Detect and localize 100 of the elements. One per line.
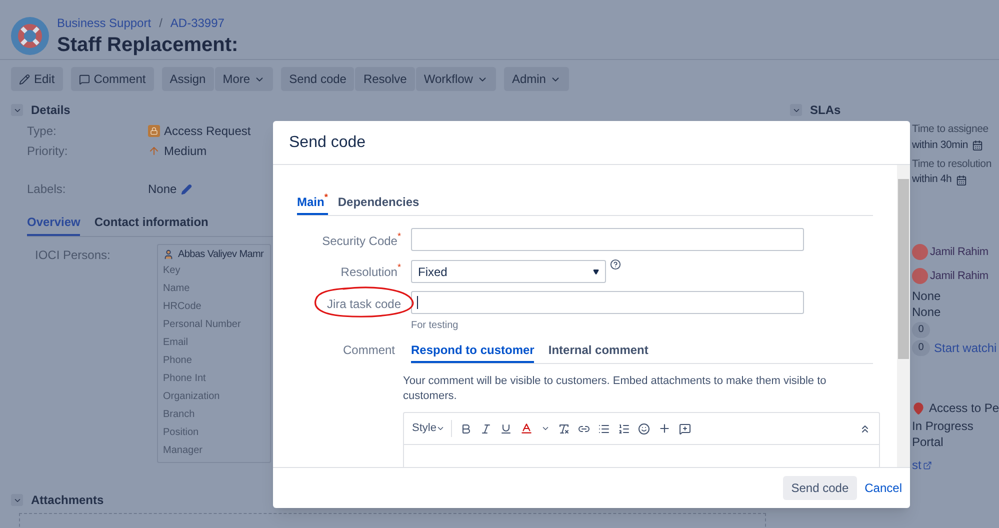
person-field: Phone Int	[163, 370, 265, 388]
lifebuoy-logo	[11, 16, 49, 54]
sla-value: within 4h	[912, 172, 952, 188]
person-field: Email	[163, 334, 265, 352]
field-label: Resolution	[340, 264, 398, 281]
issue-title: Staff Replacement:	[57, 32, 238, 58]
comment-icon	[78, 74, 90, 84]
caret-icon[interactable]	[790, 104, 802, 116]
pencil-icon[interactable]	[180, 184, 192, 194]
toolbar-button[interactable]: Send code	[281, 67, 354, 91]
speech-bubble-icon[interactable]	[679, 422, 692, 434]
toolbar-button[interactable]: Assign	[162, 67, 214, 91]
avatar	[912, 244, 928, 260]
section-heading: SLAs	[810, 102, 841, 119]
toolbar-button[interactable]: Admin	[504, 67, 569, 91]
field-label: Labels:	[26, 181, 67, 198]
status-value: In Progress	[912, 418, 974, 434]
person-name: Abbas Valiyev Mamr	[178, 248, 264, 262]
pencil-icon	[19, 74, 30, 84]
person-field: Position	[163, 424, 265, 442]
watch-count: 0	[912, 340, 930, 356]
field-label: IOCI Persons:	[34, 247, 112, 264]
scrollbar[interactable]	[897, 165, 910, 467]
comment-tab[interactable]: Internal comment	[548, 341, 648, 363]
toolbar-button[interactable]: Resolve	[355, 67, 415, 91]
person-icon	[163, 249, 174, 260]
field-value: Access Request	[164, 123, 251, 140]
field-value: Medium	[164, 143, 207, 160]
calendar-icon	[956, 174, 967, 186]
caret-icon[interactable]	[11, 494, 23, 506]
sla-name: Time to resolution	[912, 156, 992, 172]
bold-icon[interactable]	[460, 422, 472, 434]
breadcrumb-separator: /	[159, 14, 162, 32]
caret-icon	[593, 268, 599, 274]
arrow-up-icon	[148, 145, 160, 157]
project-link[interactable]: Business Support	[57, 14, 152, 32]
required-mark: *	[324, 193, 328, 204]
field-label: Jira task code	[326, 296, 401, 313]
caret-icon[interactable]	[11, 104, 23, 116]
person-name: Jamil Rahim	[930, 245, 988, 260]
person-field: Personal Number	[163, 316, 265, 334]
smiley-icon[interactable]	[638, 422, 650, 434]
section-heading: Details	[31, 102, 70, 119]
calendar-icon	[972, 140, 983, 152]
field-value: None	[912, 288, 942, 304]
field-hint: For testing	[411, 319, 460, 333]
collapse-icon[interactable]	[859, 422, 871, 434]
toolbar-button[interactable]: More	[214, 67, 274, 91]
toolbar-button[interactable]: Comment	[70, 67, 154, 91]
person-field: Key	[163, 262, 265, 280]
detail-tab[interactable]: Overview	[27, 213, 80, 236]
field-label: Type:	[26, 123, 58, 140]
person-field: HRCode	[163, 298, 265, 316]
external-link-icon	[923, 460, 932, 470]
text-input[interactable]	[411, 228, 804, 251]
vote-count: 0	[912, 322, 930, 338]
toolbar-button[interactable]: Edit	[11, 67, 63, 91]
dialog-title: Send code	[289, 132, 366, 152]
section-heading: Attachments	[31, 492, 104, 509]
link-fragment[interactable]: st	[912, 456, 922, 474]
request-type: Access to Pe	[928, 400, 999, 416]
required-mark: *	[397, 263, 401, 274]
required-mark: *	[397, 232, 401, 243]
field-label: Security Code	[322, 233, 398, 250]
underline-icon[interactable]	[500, 422, 512, 434]
detail-tab[interactable]: Contact information	[94, 213, 208, 236]
person-field: Branch	[163, 406, 265, 424]
text-format-icon[interactable]	[558, 422, 570, 434]
field-label: Priority:	[26, 143, 69, 160]
comment-tab[interactable]: Respond to customer	[411, 341, 534, 363]
chevron-down-icon[interactable]	[541, 424, 550, 433]
numbered-list-icon[interactable]	[618, 422, 630, 434]
comment-note: Your comment will be visible to customers. Embed attachments to make them visible to customers.	[403, 374, 828, 404]
help-icon[interactable]	[610, 259, 621, 270]
style-dropdown[interactable]: Style	[412, 420, 452, 437]
lock-icon	[148, 125, 160, 137]
person-field: Name	[163, 280, 265, 298]
dialog-tab[interactable]: Dependencies	[338, 193, 420, 215]
person-field: Manager	[163, 442, 265, 460]
field-value: None	[912, 304, 942, 320]
person-field: Phone	[163, 352, 265, 370]
plus-icon[interactable]	[658, 422, 672, 435]
text-color-icon[interactable]	[520, 422, 534, 435]
channel-value: Portal	[912, 434, 944, 450]
resolution-select[interactable]: Fixed	[411, 260, 606, 283]
toolbar-button[interactable]: Workflow	[416, 67, 496, 91]
field-label: Comment	[342, 342, 396, 359]
sla-value: within 30min	[912, 138, 968, 153]
cancel-link[interactable]: Cancel	[864, 479, 902, 497]
start-watching-link[interactable]: Start watchi	[934, 340, 997, 356]
sla-name: Time to assignee	[912, 122, 990, 137]
dialog-tab[interactable]: Main*	[297, 193, 328, 215]
send-code-button[interactable]: Send code	[783, 476, 857, 500]
avatar	[912, 268, 928, 284]
person-name: Jamil Rahim	[930, 269, 988, 284]
issue-key-link[interactable]: AD-33997	[170, 14, 224, 32]
text-input[interactable]	[411, 291, 804, 314]
italic-icon[interactable]	[480, 422, 492, 434]
chevron-down-icon	[436, 424, 446, 433]
person-field: Organization	[163, 388, 265, 406]
